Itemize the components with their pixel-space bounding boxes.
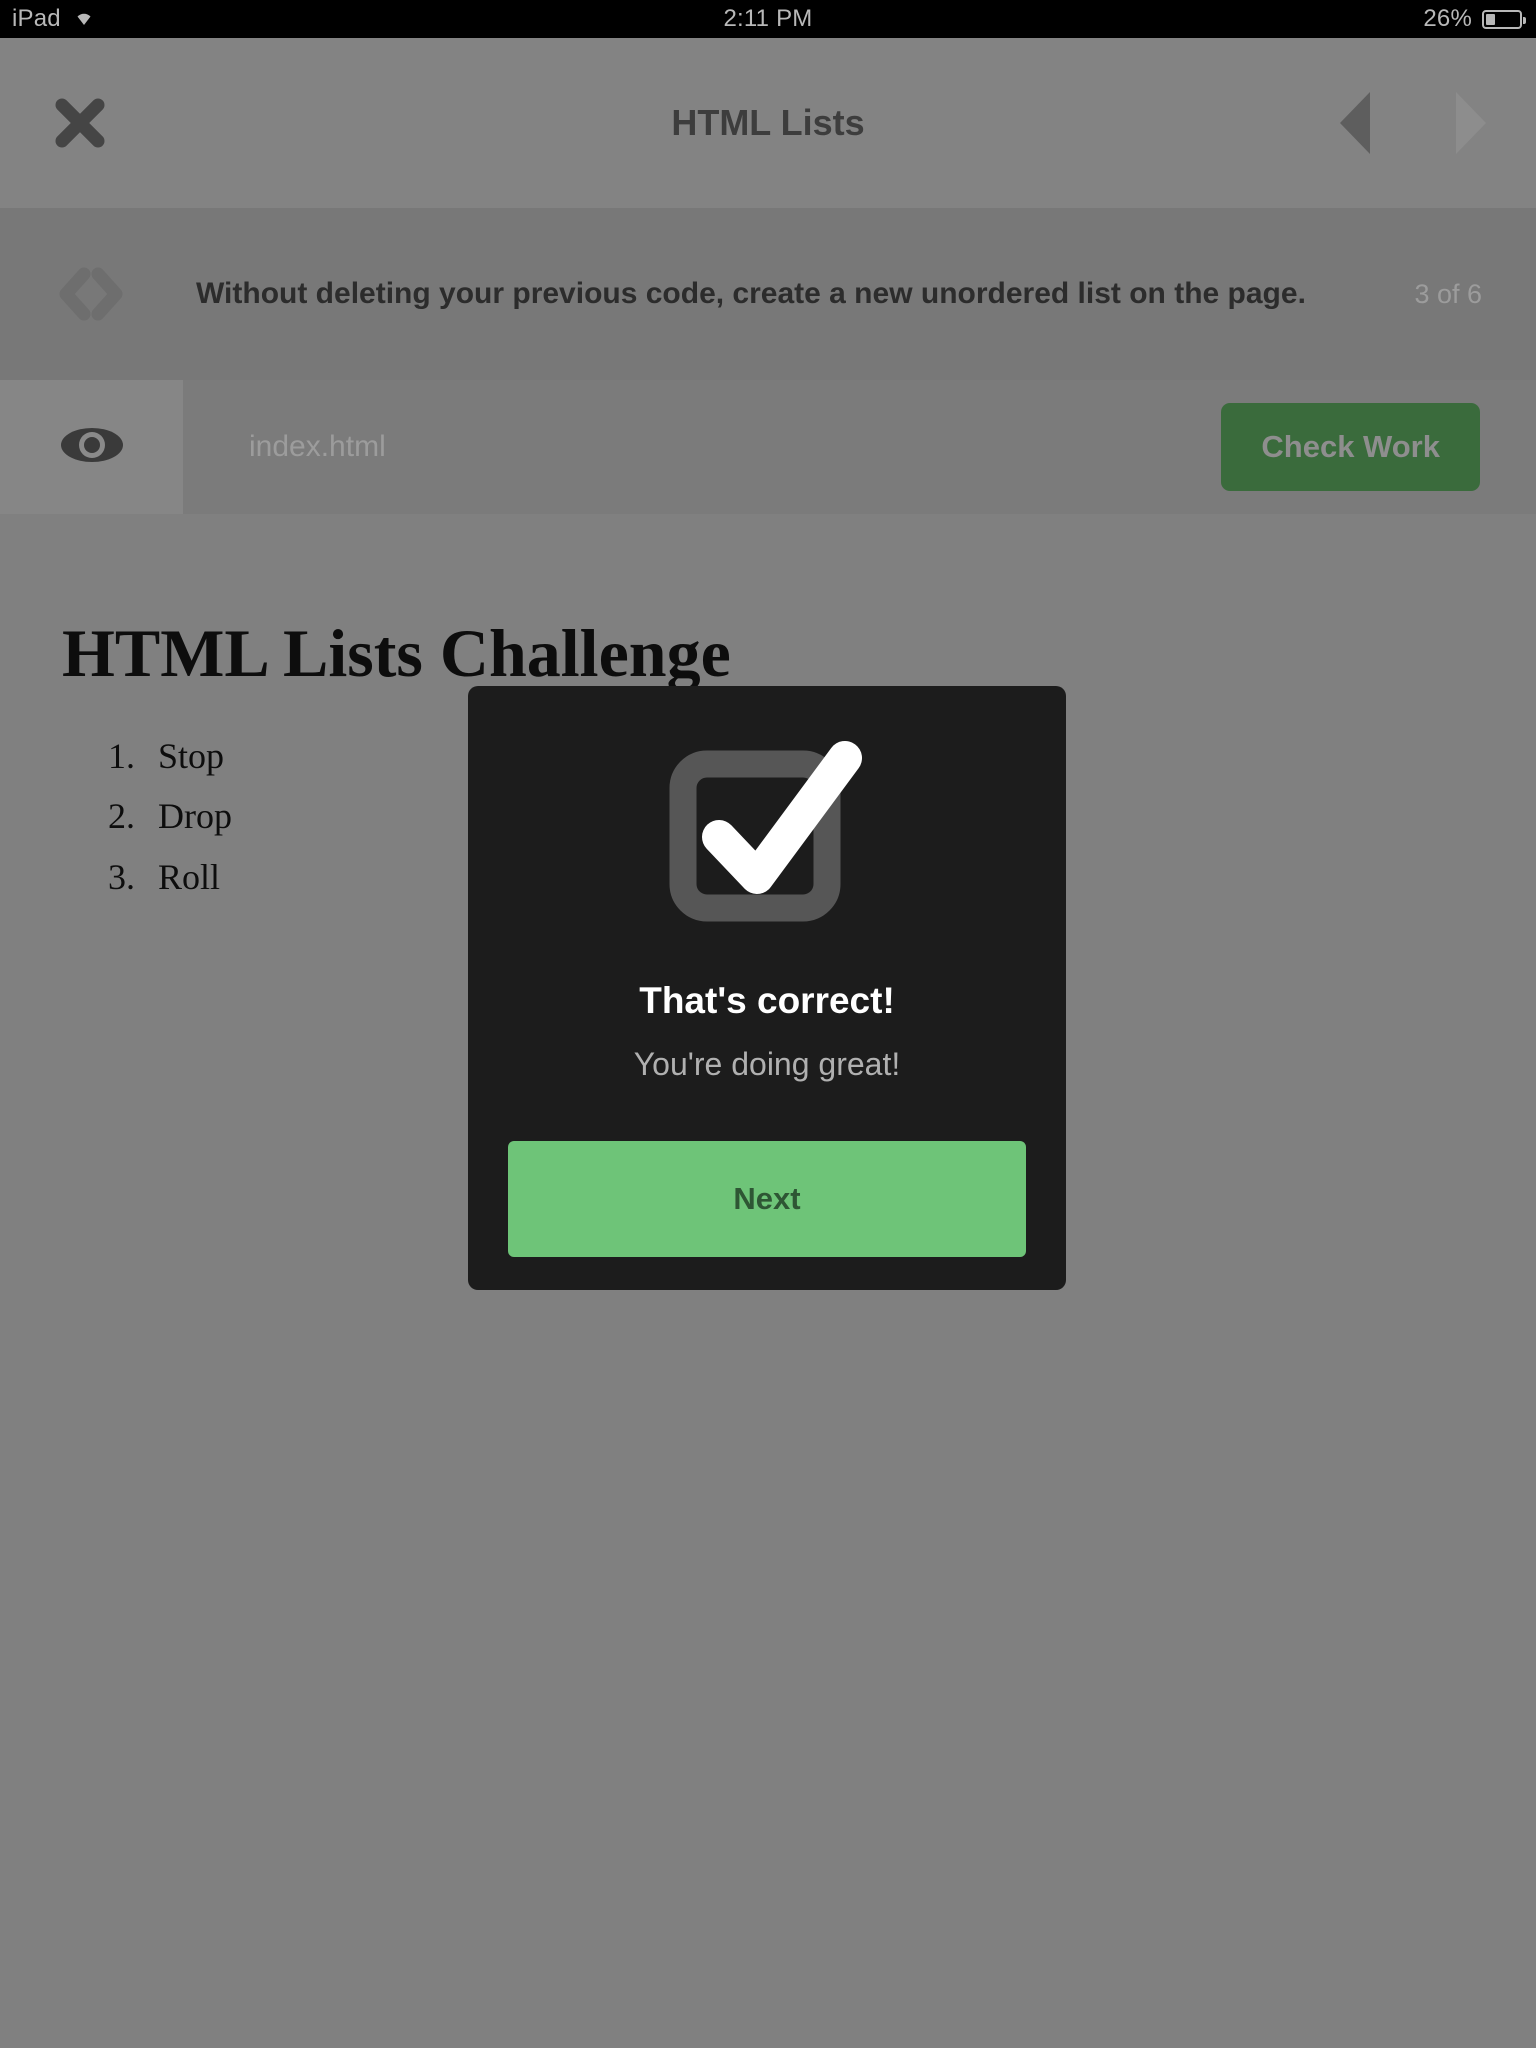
preview-toggle-button[interactable] — [0, 380, 183, 514]
preview-ordered-list: Stop Drop Roll — [96, 726, 232, 907]
ios-status-bar: iPad 2:11 PM 26% — [0, 0, 1536, 38]
list-item: Roll — [144, 847, 232, 907]
file-name-label: index.html — [249, 430, 386, 463]
ipad-app-screen: iPad 2:11 PM 26% HTML Lists Without dele… — [0, 0, 1536, 2048]
lesson-nav-arrows — [1340, 92, 1486, 154]
step-counter: 3 of 6 — [1414, 278, 1482, 309]
arrow-left-icon[interactable] — [1340, 92, 1370, 154]
modal-title: That's correct! — [639, 980, 895, 1021]
list-item: Stop — [144, 726, 232, 786]
status-bar-clock: 2:11 PM — [723, 5, 813, 32]
check-work-button[interactable]: Check Work — [1221, 403, 1480, 491]
instruction-text: Without deleting your previous code, cre… — [196, 277, 1306, 311]
instruction-bar: Without deleting your previous code, cre… — [0, 208, 1536, 380]
page-title: HTML Lists — [671, 102, 865, 143]
code-brackets-icon — [56, 265, 126, 323]
status-bar-right: 26% — [1423, 5, 1526, 33]
lesson-header: HTML Lists — [0, 38, 1536, 208]
battery-percent-label: 26% — [1423, 5, 1472, 32]
eye-icon — [59, 424, 125, 471]
editor-toolbar: index.html Check Work — [0, 380, 1536, 514]
file-tab-index-html[interactable]: index.html Check Work — [183, 380, 1536, 514]
success-modal: That's correct! You're doing great! Next — [468, 686, 1066, 1290]
arrow-right-icon[interactable] — [1456, 92, 1486, 154]
modal-subtitle: You're doing great! — [633, 1046, 901, 1082]
list-item: Drop — [144, 786, 232, 846]
preview-heading: HTML Lists Challenge — [62, 615, 731, 691]
checkbox-checked-icon — [667, 736, 867, 936]
battery-low-icon — [1482, 9, 1526, 29]
next-button[interactable]: Next — [508, 1141, 1026, 1257]
